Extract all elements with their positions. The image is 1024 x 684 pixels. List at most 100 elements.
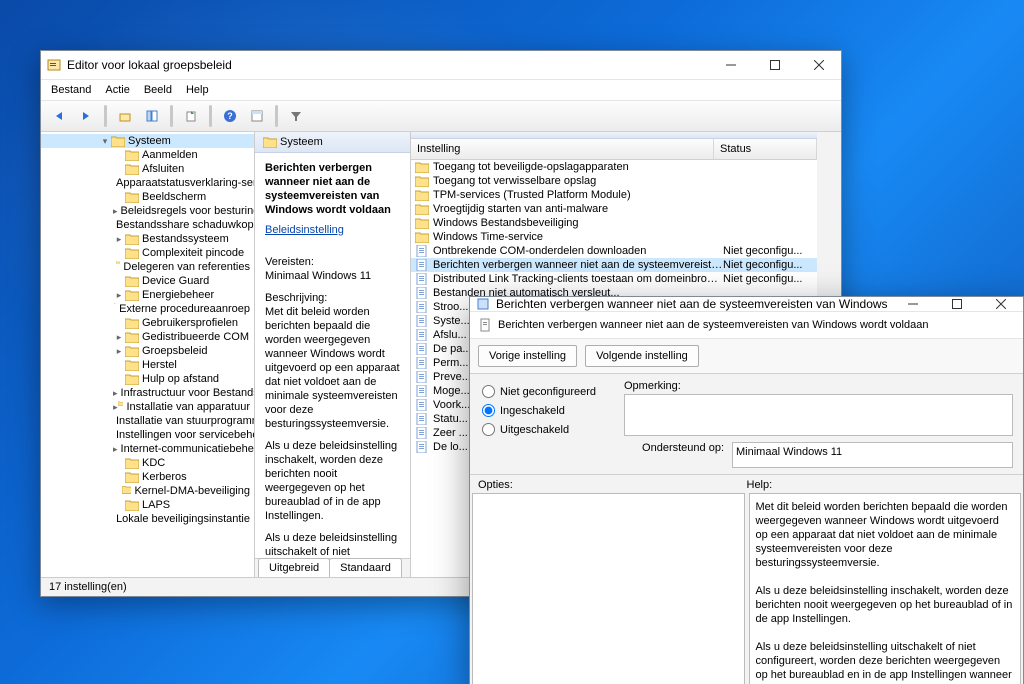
help-button[interactable]: ?	[218, 104, 242, 128]
policy-header-text: Berichten verbergen wanneer niet aan de …	[498, 319, 928, 331]
tree-item[interactable]: Delegeren van referenties	[41, 260, 254, 274]
next-setting-button[interactable]: Volgende instelling	[585, 345, 699, 367]
policy-minimize-button[interactable]	[891, 297, 935, 311]
prev-setting-button[interactable]: Vorige instelling	[478, 345, 577, 367]
tab-standard[interactable]: Standaard	[329, 558, 402, 577]
desc-p3: Als u deze beleidsinstelling uitschakelt…	[265, 531, 400, 558]
tree-item[interactable]: ▸Infrastructuur voor Bestandsclass	[41, 386, 254, 400]
tree-item[interactable]: Externe procedureaanroep	[41, 302, 254, 316]
tree-item[interactable]: Hulp op afstand	[41, 372, 254, 386]
tab-extended[interactable]: Uitgebreid	[258, 558, 330, 577]
tree-item[interactable]: Herstel	[41, 358, 254, 372]
column-instelling[interactable]: Instelling	[411, 139, 714, 159]
tree-item[interactable]: Instellingen voor servicebeheer	[41, 428, 254, 442]
list-row[interactable]: Windows Bestandsbeveiliging	[411, 216, 817, 230]
options-label: Opties:	[478, 479, 747, 491]
list-row[interactable]: Vroegtijdig starten van anti-malware	[411, 202, 817, 216]
menu-beeld[interactable]: Beeld	[144, 84, 172, 96]
list-header: Instelling Status	[411, 139, 817, 160]
policy-close-button[interactable]	[979, 297, 1023, 311]
tree-item[interactable]: KDC	[41, 456, 254, 470]
list-row[interactable]: Toegang tot beveiligde-opslagapparaten	[411, 160, 817, 174]
req-value: Minimaal Windows 11	[265, 269, 400, 283]
tree-item[interactable]: ▸Installatie van apparatuur	[41, 400, 254, 414]
tree-item[interactable]: ▸Bestandssysteem	[41, 232, 254, 246]
list-row[interactable]: Windows Time-service	[411, 230, 817, 244]
req-label: Vereisten:	[265, 255, 400, 269]
menubar: Bestand Actie Beeld Help	[41, 80, 841, 101]
tree-item[interactable]: ▸Energiebeheer	[41, 288, 254, 302]
supported-label: Ondersteund op:	[624, 442, 732, 454]
tree-item[interactable]: ▸Gedistribueerde COM	[41, 330, 254, 344]
toolbar: ?	[41, 101, 841, 132]
maximize-button[interactable]	[753, 51, 797, 79]
policy-title: Berichten verbergen wanneer niet aan de …	[265, 161, 400, 217]
policy-window-title: Berichten verbergen wanneer niet aan de …	[496, 297, 891, 311]
comment-textbox[interactable]	[624, 394, 1013, 436]
help-box: Met dit beleid worden berichten bepaald …	[749, 493, 1022, 684]
properties-button[interactable]	[245, 104, 269, 128]
tree-root[interactable]: ▾Systeem	[41, 134, 254, 148]
list-row[interactable]: Berichten verbergen wanneer niet aan de …	[411, 258, 817, 272]
panel-header: Systeem	[255, 132, 410, 153]
back-button[interactable]	[47, 104, 71, 128]
list-row[interactable]: TPM-services (Trusted Platform Module)	[411, 188, 817, 202]
close-button[interactable]	[797, 51, 841, 79]
tree-item[interactable]: LAPS	[41, 498, 254, 512]
tabstrip: Uitgebreid Standaard	[255, 558, 410, 577]
desc-p2: Als u deze beleidsinstelling inschakelt,…	[265, 439, 400, 523]
panel-header-text: Systeem	[280, 136, 323, 148]
edit-policy-link[interactable]: Beleidsinstelling	[265, 223, 344, 237]
comment-label: Opmerking:	[624, 380, 1013, 392]
desc-label: Beschrijving:	[265, 291, 400, 305]
tree-item[interactable]: Bestandsshare schaduwkopieprov	[41, 218, 254, 232]
description-panel: Systeem Berichten verbergen wanneer niet…	[255, 132, 410, 577]
tree-item[interactable]: Aanmelden	[41, 148, 254, 162]
policy-maximize-button[interactable]	[935, 297, 979, 311]
policy-dialog: Berichten verbergen wanneer niet aan de …	[469, 296, 1024, 684]
tree-item[interactable]: Afsluiten	[41, 162, 254, 176]
menu-help[interactable]: Help	[186, 84, 209, 96]
policy-doc-icon	[478, 318, 492, 332]
radio-disabled[interactable]: Uitgeschakeld	[482, 420, 602, 439]
desktop: Editor voor lokaal groepsbeleid Bestand …	[0, 0, 1024, 684]
tree-item[interactable]: Beeldscherm	[41, 190, 254, 204]
tree-item[interactable]: ▸Groepsbeleid	[41, 344, 254, 358]
policy-state-radios: Niet geconfigureerd Ingeschakeld Uitgesc…	[470, 374, 614, 474]
tree-item[interactable]: Device Guard	[41, 274, 254, 288]
tree-item[interactable]: Gebruikersprofielen	[41, 316, 254, 330]
window-title: Editor voor lokaal groepsbeleid	[67, 58, 709, 72]
radio-not-configured[interactable]: Niet geconfigureerd	[482, 382, 602, 401]
titlebar[interactable]: Editor voor lokaal groepsbeleid	[41, 51, 841, 80]
list-row[interactable]: Toegang tot verwisselbare opslag	[411, 174, 817, 188]
policy-nav-toolbar: Vorige instelling Volgende instelling	[470, 339, 1023, 374]
forward-button[interactable]	[74, 104, 98, 128]
tree-item[interactable]: Installatie van stuurprogramma's	[41, 414, 254, 428]
minimize-button[interactable]	[709, 51, 753, 79]
radio-enabled[interactable]: Ingeschakeld	[482, 401, 602, 420]
svg-text:?: ?	[227, 111, 233, 121]
supported-textbox: Minimaal Windows 11	[732, 442, 1013, 468]
export-button[interactable]	[179, 104, 203, 128]
show-hide-tree-button[interactable]	[140, 104, 164, 128]
tree-item[interactable]: Lokale beveiligingsinstantie	[41, 512, 254, 526]
up-button[interactable]	[113, 104, 137, 128]
list-row[interactable]: Distributed Link Tracking-clients toesta…	[411, 272, 817, 286]
filter-button[interactable]	[284, 104, 308, 128]
gpedit-icon	[47, 58, 61, 72]
tree-item[interactable]: Apparaatstatusverklaring-service	[41, 176, 254, 190]
tree-item[interactable]: Kernel-DMA-beveiliging	[41, 484, 254, 498]
tree-item[interactable]: Complexiteit pincode	[41, 246, 254, 260]
menu-actie[interactable]: Actie	[105, 84, 129, 96]
policy-header: Berichten verbergen wanneer niet aan de …	[470, 312, 1023, 339]
desc-p1: Met dit beleid worden berichten bepaald …	[265, 305, 400, 431]
policy-titlebar[interactable]: Berichten verbergen wanneer niet aan de …	[470, 297, 1023, 312]
tree-item[interactable]: Kerberos	[41, 470, 254, 484]
options-box[interactable]	[472, 493, 745, 684]
list-row[interactable]: Ontbrekende COM-onderdelen downloadenNie…	[411, 244, 817, 258]
tree-item[interactable]: ▸Internet-communicatiebeheer	[41, 442, 254, 456]
menu-bestand[interactable]: Bestand	[51, 84, 91, 96]
tree-panel[interactable]: ▾SysteemAanmeldenAfsluitenApparaatstatus…	[41, 132, 255, 577]
tree-item[interactable]: ▸Beleidsregels voor besturingssyst	[41, 204, 254, 218]
column-status[interactable]: Status	[714, 139, 817, 159]
